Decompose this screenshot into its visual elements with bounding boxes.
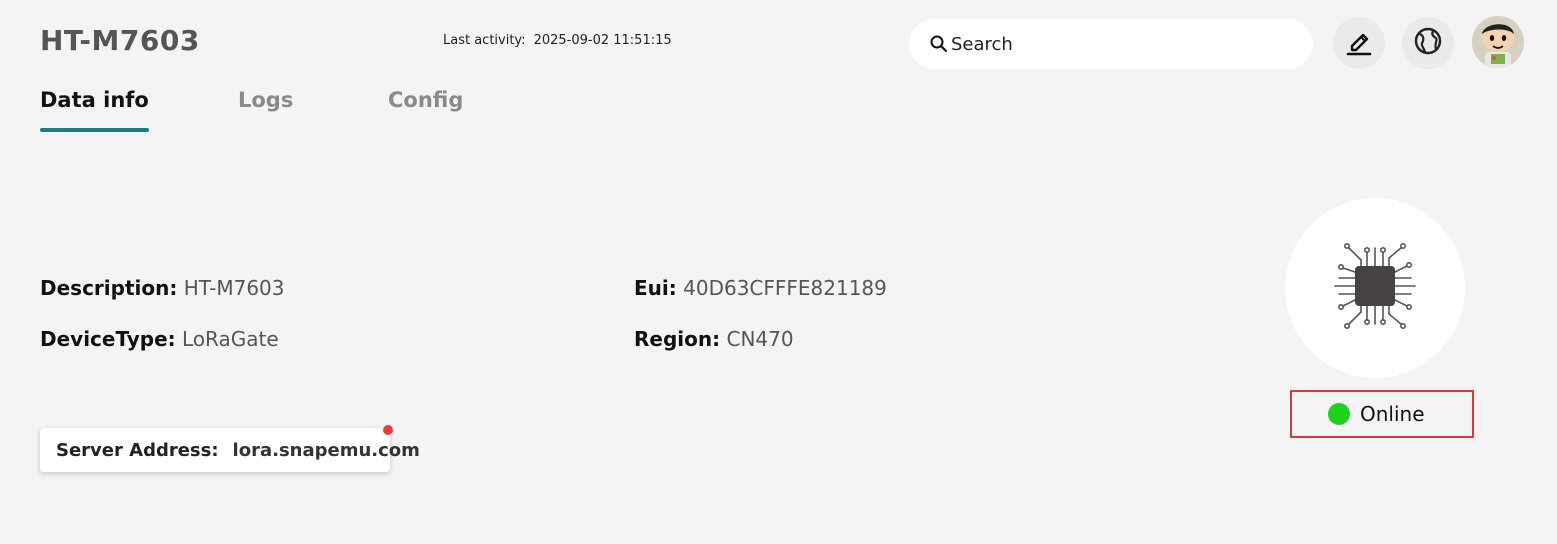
device-type-value: LoRaGate — [182, 327, 279, 351]
globe-icon — [1412, 25, 1444, 61]
eui-field: Eui: 40D63CFFFE821189 — [634, 276, 887, 300]
server-address-label: Server Address: — [56, 439, 219, 461]
last-activity-label: Last activity: — [443, 33, 526, 48]
last-activity: Last activity: 2025-09-02 11:51:15 — [443, 33, 672, 48]
tab-config[interactable]: Config — [388, 88, 463, 112]
language-button[interactable] — [1402, 17, 1454, 69]
description-field: Description: HT-M7603 — [40, 276, 285, 300]
device-type-field: DeviceType: LoRaGate — [40, 327, 279, 351]
chip-icon — [1327, 238, 1423, 338]
device-detail-page: HT-M7603 Last activity: 2025-09-02 11:51:… — [0, 0, 1557, 544]
device-type-label: DeviceType: — [40, 327, 176, 351]
server-address-card[interactable]: Server Address: lora.snapemu.com — [40, 425, 420, 472]
region-value: CN470 — [726, 327, 794, 351]
edit-button[interactable] — [1333, 17, 1385, 69]
tab-logs[interactable]: Logs — [238, 88, 293, 112]
device-image — [1285, 198, 1465, 378]
page-title: HT-M7603 — [40, 24, 200, 57]
user-avatar[interactable] — [1472, 16, 1524, 68]
server-address-value: lora.snapemu.com — [232, 439, 420, 461]
search-bar[interactable] — [909, 19, 1313, 69]
description-value: HT-M7603 — [183, 276, 285, 300]
edit-icon — [1344, 26, 1374, 60]
region-field: Region: CN470 — [634, 327, 794, 351]
search-input[interactable] — [951, 33, 1291, 55]
status-label: Online — [1360, 402, 1425, 426]
online-status-dot — [1328, 403, 1350, 425]
last-activity-value: 2025-09-02 11:51:15 — [533, 33, 672, 48]
eui-value: 40D63CFFFE821189 — [683, 276, 887, 300]
status-indicator: Online — [1290, 390, 1474, 438]
tab-data-info[interactable]: Data info — [40, 88, 149, 132]
region-label: Region: — [634, 327, 721, 351]
description-label: Description: — [40, 276, 178, 300]
search-icon — [929, 34, 949, 54]
eui-label: Eui: — [634, 276, 677, 300]
notification-dot — [383, 425, 393, 435]
